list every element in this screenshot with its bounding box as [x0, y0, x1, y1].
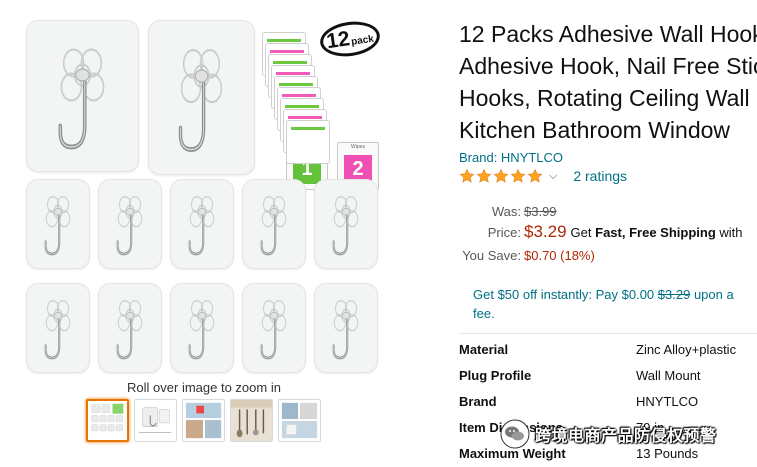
spec-row: Brand HNYTLCO [459, 394, 757, 414]
credit-card-offer[interactable]: Get $50 off instantly: Pay $0.00 $3.29 u… [473, 285, 757, 323]
zoom-hint: Roll over image to zoom in [127, 380, 281, 395]
star-icon [459, 168, 475, 183]
hook-product-image [170, 283, 234, 373]
thumbnail-hook-dimensions[interactable] [134, 399, 177, 442]
spec-value: HNYTLCO [636, 394, 699, 409]
product-title-line: Hooks, Rotating Ceiling Wall [459, 85, 750, 111]
spec-row: Material Zinc Alloy+plastic [459, 342, 757, 362]
offer-suffix: upon a [693, 287, 734, 302]
star-rating[interactable] [459, 168, 543, 184]
product-title: 12 Packs Adhesive Wall Hooks, Adhesive H… [459, 18, 757, 146]
rating-row: ⌵ 2 ratings [459, 168, 627, 184]
savings-row: You Save: $0.70 (18%) [459, 248, 595, 263]
spec-row: Plug Profile Wall Mount [459, 368, 757, 388]
offer-strike-price: $3.29 [657, 287, 691, 302]
wechat-logo-icon [500, 419, 530, 449]
offer-prefix: Get $50 off instantly: Pay $0.00 [473, 287, 655, 302]
hook-product-image [170, 179, 234, 269]
pack-count-number: 12 [324, 27, 352, 54]
product-title-line: Adhesive Hook, Nail Free Sticky [459, 53, 757, 79]
wipes-pack-image: 12 pack Wipes 1 Wipes 2 [262, 17, 388, 190]
main-product-image-2[interactable] [148, 20, 255, 175]
offer-line-2: fee. [473, 306, 495, 321]
watermark-text: 跨境电商产品防侵权预警 [535, 428, 717, 445]
hook-product-image [314, 179, 378, 269]
pack-count-badge: 12 pack [317, 17, 383, 61]
star-icon [510, 168, 526, 183]
was-price: $3.99 [524, 204, 557, 219]
price-label: Price: [487, 225, 521, 240]
product-image-gallery: 12 pack Wipes 1 Wipes 2 Roll over image … [0, 0, 400, 467]
shipping-prefix: Get [570, 225, 592, 240]
save-value: $0.70 (18%) [524, 248, 595, 263]
hook-product-image [98, 283, 162, 373]
thumbnail-strip [86, 399, 321, 442]
pack-count-word: pack [350, 33, 375, 48]
ratings-count-link[interactable]: 2 ratings [573, 168, 627, 184]
was-price-row: Was: $3.99 [459, 204, 557, 219]
product-title-line: 12 Packs Adhesive Wall Hooks, [459, 21, 757, 47]
hook-product-image [98, 179, 162, 269]
current-price: $3.29 [524, 222, 567, 241]
spec-key: Plug Profile [459, 368, 532, 383]
divider [459, 333, 757, 334]
shipping-bold: Fast, Free Shipping [595, 225, 716, 240]
was-label: Was: [491, 204, 521, 219]
spec-value: Wall Mount [636, 368, 701, 383]
product-details: 12 Packs Adhesive Wall Hooks, Adhesive H… [459, 0, 757, 467]
star-icon [476, 168, 492, 183]
thumbnail-bathroom-usage[interactable] [278, 399, 321, 442]
spec-value: Zinc Alloy+plastic [636, 342, 737, 357]
hook-product-image [314, 283, 378, 373]
save-label: You Save: [462, 248, 521, 263]
brand-link[interactable]: Brand: HNYTLCO [459, 150, 563, 165]
thumbnail-hooks-pack[interactable] [86, 399, 129, 442]
spec-key: Material [459, 342, 509, 357]
wipe-packet [286, 120, 330, 164]
shipping-text: Get Fast, Free Shipping with [571, 225, 743, 240]
hook-product-image [242, 179, 306, 269]
thumbnail-usage-scenes[interactable] [182, 399, 225, 442]
thumbnail-kitchen-utensils[interactable] [230, 399, 273, 442]
star-icon [493, 168, 509, 183]
spec-row: Maximum Weight 13 Pounds [459, 446, 757, 466]
wipe-card-label: Wipes [351, 144, 365, 150]
hook-product-image [26, 179, 90, 269]
watermark: 跨境电商产品防侵权预警 [500, 419, 717, 449]
spec-key: Brand [459, 394, 497, 409]
main-product-image[interactable] [26, 20, 139, 172]
product-title-line: Kitchen Bathroom Window [459, 117, 731, 143]
shipping-suffix: with [719, 225, 743, 240]
hook-product-image [26, 283, 90, 373]
chevron-down-icon[interactable]: ⌵ [549, 170, 557, 183]
hook-product-image [242, 283, 306, 373]
star-icon [527, 168, 543, 183]
price-row: Price: $3.29 Get Fast, Free Shipping wit… [459, 222, 743, 242]
